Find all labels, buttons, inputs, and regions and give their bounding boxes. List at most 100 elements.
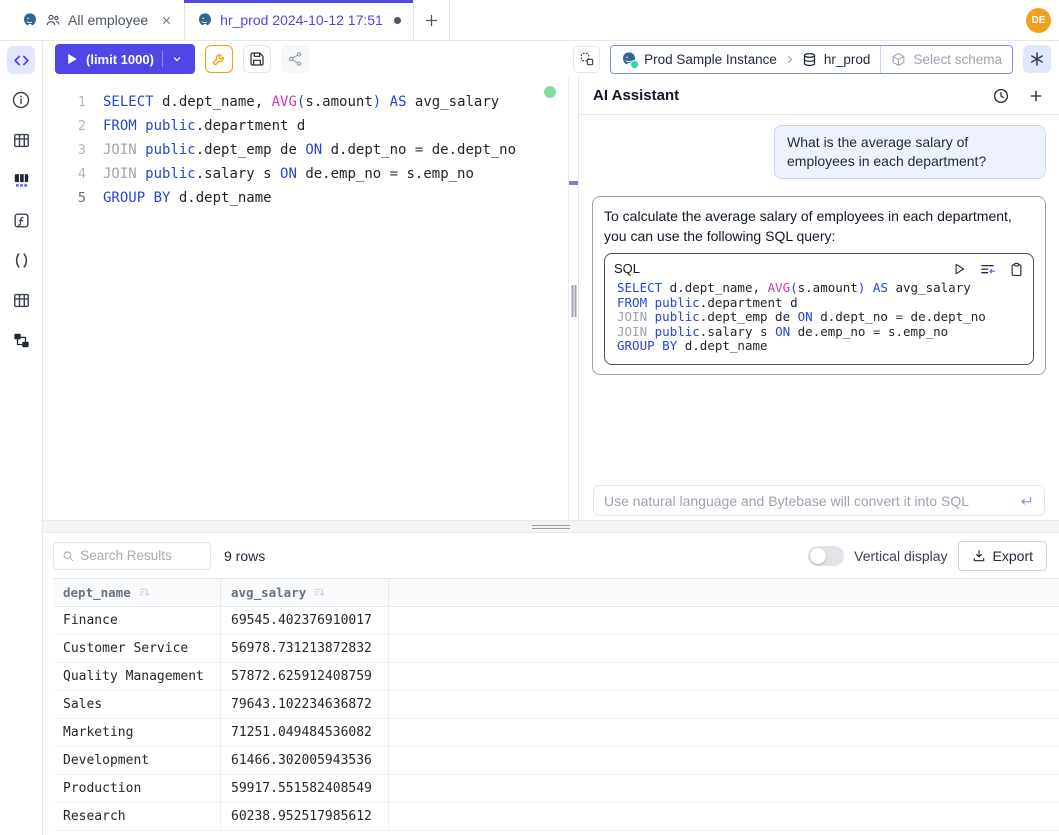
table-cell[interactable]: Finance [53,607,221,634]
table-cell[interactable]: Research [53,803,221,830]
export-button[interactable]: Export [958,541,1047,571]
table-cell-empty [389,719,1059,746]
table-cell[interactable]: Production [53,775,221,802]
tab-all-employee[interactable]: All employee [10,0,185,40]
tab-label: All employee [68,12,148,28]
share-button[interactable] [281,45,309,73]
ai-code-content[interactable]: SELECT d.dept_name, AVG(s.amount) AS avg… [614,281,1024,354]
sidebar-item-sql-editor[interactable] [7,46,35,74]
new-tab-button[interactable] [414,0,450,40]
ai-response-text: To calculate the average salary of emplo… [604,208,1012,244]
table-cell[interactable]: Quality Management [53,663,221,690]
copy-code-button[interactable] [1009,262,1024,277]
submit-prompt-button[interactable] [1018,493,1034,509]
table-cell[interactable]: Development [53,747,221,774]
table-row[interactable]: Development61466.302005943536 [53,747,1059,775]
sql-editor[interactable]: 1SELECT d.dept_name, AVG(s.amount) AS av… [43,77,568,520]
schema-diagram-icon [12,331,31,350]
tab-bar: All employee hr_prod 2024-10-12 17:51 DE [0,0,1059,41]
search-results-input[interactable] [80,548,202,563]
plus-icon [1027,87,1045,105]
insert-lines-icon [979,261,996,278]
schema-placeholder: Select schema [913,52,1002,67]
splitter-drag-handle-icon[interactable] [571,285,576,317]
instance-database-selector[interactable]: Prod Sample Instance hr_prod [611,46,880,73]
save-sheet-button[interactable] [243,45,271,73]
new-conversation-button[interactable] [1027,87,1045,105]
vertical-display-toggle[interactable] [808,546,844,566]
tab-hr-prod[interactable]: hr_prod 2024-10-12 17:51 [185,0,414,40]
history-button[interactable] [992,87,1010,105]
sync-schema-button[interactable] [573,46,600,73]
splitter-drag-handle-icon[interactable] [532,521,570,532]
ai-conversation: What is the average salary of employees … [579,115,1059,385]
ai-assistant-header: AI Assistant [579,77,1059,115]
column-header-avg-salary[interactable]: avg_salary [221,579,389,606]
table-row[interactable]: Quality Management57872.625912408759 [53,663,1059,691]
close-icon[interactable] [161,15,172,26]
table-cell[interactable]: 61466.302005943536 [221,747,389,774]
cube-icon [891,52,906,67]
table-cell-empty [389,607,1059,634]
table-row[interactable]: Finance69545.402376910017 [53,607,1059,635]
table-cell[interactable]: 56978.731213872832 [221,635,389,662]
schema-selector[interactable]: Select schema [881,46,1012,73]
tab-label: hr_prod 2024-10-12 17:51 [220,12,383,28]
run-query-label: (limit 1000) [86,52,154,67]
play-outline-icon [952,262,966,276]
table-cell[interactable]: 57872.625912408759 [221,663,389,690]
table-cell[interactable]: 60238.952517985612 [221,803,389,830]
table-row[interactable]: Production59917.551582408549 [53,775,1059,803]
sidebar-item-functions[interactable] [7,206,35,234]
sidebar-item-procedures[interactable] [7,246,35,274]
results-toolbar: 9 rows Vertical display Export [43,533,1059,578]
run-code-button[interactable] [952,262,966,276]
code-language-label: SQL [614,259,640,279]
info-icon [11,90,31,110]
format-sql-button[interactable] [205,45,233,73]
vertical-splitter[interactable] [568,77,579,520]
connection-selector: Prod Sample Instance hr_prod Select sche… [610,45,1013,74]
table-row[interactable]: Research60238.952517985612 [53,803,1059,831]
table-row[interactable]: Customer Service56978.731213872832 [53,635,1059,663]
table-cell[interactable]: 69545.402376910017 [221,607,389,634]
unsaved-dot-icon [394,17,401,24]
ai-assistant-button[interactable] [1023,45,1051,73]
run-query-button[interactable]: (limit 1000) [55,44,195,74]
sidebar-item-tables[interactable] [7,126,35,154]
chevron-down-icon [171,53,183,65]
code-icon [12,51,31,70]
horizontal-splitter[interactable] [43,520,1059,533]
table-cell-empty [389,775,1059,802]
sidebar-item-table-data[interactable] [7,166,35,194]
sidebar-item-info[interactable] [7,86,35,114]
connection-status-dot-icon [544,86,556,98]
divider [162,51,163,67]
table-cell[interactable]: 71251.049484536082 [221,719,389,746]
table-row[interactable]: Sales79643.102234636872 [53,691,1059,719]
shared-sheet-icon [45,12,61,28]
insert-into-editor-button[interactable] [979,261,996,278]
ai-prompt-input[interactable] [604,493,1018,509]
column-label: avg_salary [231,585,306,600]
column-header-empty [389,579,1059,606]
share-icon [287,51,303,67]
sidebar-item-external-tables[interactable] [7,286,35,314]
enter-icon [1018,493,1034,509]
postgres-icon [22,12,38,28]
parentheses-icon [12,251,31,270]
table-cell[interactable]: Customer Service [53,635,221,662]
table-cell[interactable]: 59917.551582408549 [221,775,389,802]
wrench-icon [211,51,227,67]
table-cell[interactable]: 79643.102234636872 [221,691,389,718]
table-row[interactable]: Marketing71251.049484536082 [53,719,1059,747]
table-cell-empty [389,691,1059,718]
sort-icon [138,586,151,599]
table-cell[interactable]: Sales [53,691,221,718]
table-cell[interactable]: Marketing [53,719,221,746]
sidebar-item-schema-diagram[interactable] [7,326,35,354]
column-header-dept-name[interactable]: dept_name [53,579,221,606]
avatar[interactable]: DE [1026,8,1051,33]
postgres-icon [197,12,213,28]
table-body: Finance69545.402376910017Customer Servic… [53,607,1059,831]
